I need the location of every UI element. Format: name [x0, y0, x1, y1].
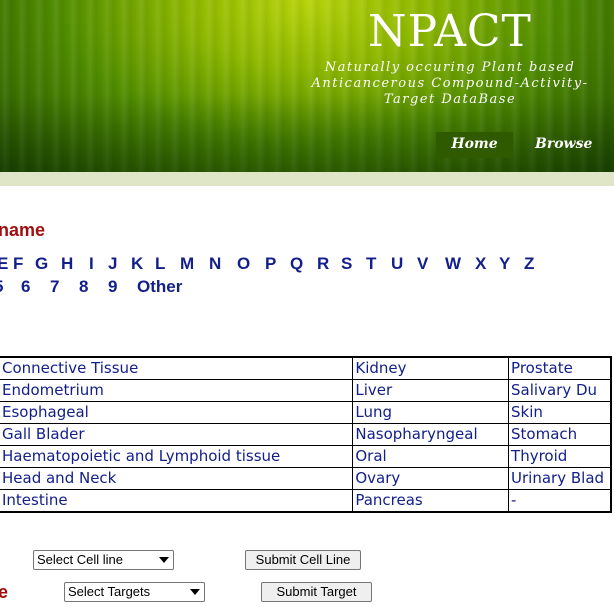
tagline-line-1: Naturally occuring Plant based — [324, 60, 576, 75]
alphabet-link[interactable]: G — [35, 253, 48, 275]
alphabet-link[interactable]: T — [366, 253, 376, 275]
alphabet-link[interactable]: Other — [137, 276, 182, 298]
alphabet-link[interactable]: 7 — [50, 276, 59, 298]
tissue-link[interactable]: Salivary Du — [508, 379, 612, 402]
nav-browse-link[interactable]: Browse — [535, 132, 592, 158]
nav-home-link[interactable]: Home — [436, 132, 513, 158]
alphabet-link[interactable]: F — [13, 253, 23, 275]
tissue-table: Connective Tissue Kidney Prostate Endometri… — [0, 356, 612, 513]
tissue-link[interactable]: Intestine — [0, 489, 354, 513]
alphabet-link[interactable]: W — [445, 253, 461, 275]
tissue-link[interactable]: Prostate — [508, 356, 612, 380]
target-select-value: Select Targets — [68, 584, 151, 599]
site-tagline: Naturally occuring Plant based Anticance… — [300, 60, 600, 108]
alphabet-link[interactable]: 6 — [21, 276, 30, 298]
table-row: Intestine Pancreas - — [0, 489, 612, 513]
alphabet-link[interactable]: Q — [290, 253, 303, 275]
tissue-link[interactable]: Head and Neck — [0, 467, 354, 490]
alphabet-link[interactable]: J — [108, 253, 117, 275]
tissue-link[interactable]: Ovary — [352, 467, 510, 490]
alphabet-link[interactable]: I — [89, 253, 94, 275]
alphabet-link[interactable]: R — [317, 253, 329, 275]
tissue-link[interactable]: Thyroid — [508, 445, 612, 468]
table-row: Connective Tissue Kidney Prostate — [0, 356, 612, 380]
tissue-link[interactable]: Urinary Blad — [508, 467, 612, 490]
tissue-link[interactable]: Skin — [508, 401, 612, 424]
table-row: Esophageal Lung Skin — [0, 401, 612, 424]
tissue-link: - — [508, 489, 612, 513]
tissue-link[interactable]: Endometrium — [0, 379, 354, 402]
table-row: Haematopoietic and Lymphoid tissue Oral Th… — [0, 445, 612, 468]
alphabet-link[interactable]: 5 — [0, 276, 3, 298]
alphabet-link[interactable]: O — [237, 253, 250, 275]
cell-line-select-value: Select Cell line — [37, 552, 123, 567]
tagline-line-3: Target DataBase — [383, 92, 517, 107]
site-title: NPACT — [368, 6, 532, 57]
tissue-link[interactable]: Lung — [352, 401, 510, 424]
table-row: Gall Blader Nasopharyngeal Stomach — [0, 423, 612, 446]
chevron-down-icon — [190, 589, 200, 595]
tissue-link[interactable]: Kidney — [352, 356, 510, 380]
alphabet-link[interactable]: X — [475, 253, 486, 275]
target-select[interactable]: Select Targets — [64, 582, 205, 602]
alphabet-link[interactable]: E — [0, 253, 8, 275]
chevron-down-icon — [159, 557, 169, 563]
tissue-link[interactable]: Nasopharyngeal — [352, 423, 510, 446]
tissue-link[interactable]: Haematopoietic and Lymphoid tissue — [0, 445, 354, 468]
alphabet-link[interactable]: K — [131, 253, 143, 275]
alphabet-link[interactable]: H — [61, 253, 73, 275]
alphabet-link[interactable]: Y — [499, 253, 510, 275]
tissue-link[interactable]: Stomach — [508, 423, 612, 446]
alphabet-link[interactable]: S — [341, 253, 352, 275]
tissue-link[interactable]: Liver — [352, 379, 510, 402]
alphabet-link[interactable]: Z — [524, 253, 534, 275]
alphabet-link[interactable]: U — [391, 253, 403, 275]
alphabet-link[interactable]: V — [417, 253, 428, 275]
cell-line-select[interactable]: Select Cell line — [33, 550, 174, 570]
tissue-link[interactable]: Esophageal — [0, 401, 354, 424]
tissue-link[interactable]: Oral — [352, 445, 510, 468]
tagline-line-2: Anticancerous Compound-Activity- — [311, 76, 589, 91]
submit-target-button[interactable]: Submit Target — [261, 582, 372, 602]
section-heading: name — [0, 220, 46, 240]
alphabet-link[interactable]: L — [155, 253, 165, 275]
alphabet-link[interactable]: M — [180, 253, 194, 275]
target-label: e — [0, 582, 9, 602]
site-header: NPACT Naturally occuring Plant based Ant… — [0, 0, 614, 172]
tissue-link[interactable]: Pancreas — [352, 489, 510, 513]
submit-cell-line-button[interactable]: Submit Cell Line — [245, 550, 361, 570]
tissue-link[interactable]: Gall Blader — [0, 423, 354, 446]
header-divider-bar — [0, 172, 614, 186]
table-row: Endometrium Liver Salivary Du — [0, 379, 612, 402]
alphabet-link[interactable]: 8 — [79, 276, 88, 298]
alphabet-link[interactable]: 9 — [108, 276, 117, 298]
table-row: Head and Neck Ovary Urinary Blad — [0, 467, 612, 490]
alphabet-link[interactable]: N — [209, 253, 221, 275]
alphabet-link[interactable]: P — [265, 253, 276, 275]
tissue-link[interactable]: Connective Tissue — [0, 356, 354, 380]
